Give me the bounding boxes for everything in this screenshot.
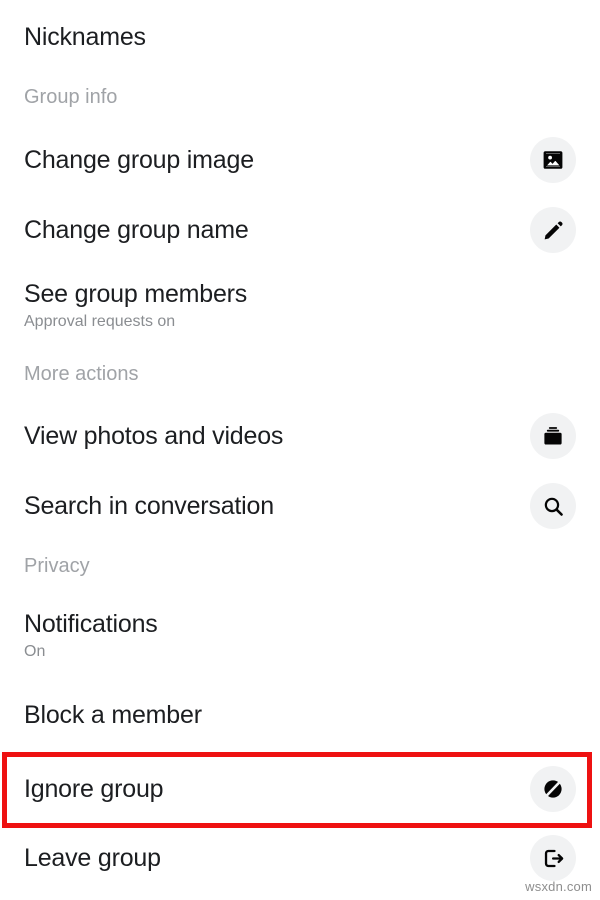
image-icon[interactable] bbox=[530, 137, 576, 183]
row-text: Search in conversation bbox=[24, 491, 274, 521]
watermark: wsxdn.com bbox=[525, 879, 592, 894]
menu-item-sublabel: Approval requests on bbox=[24, 312, 176, 330]
menu-item-label: Change group name bbox=[24, 216, 249, 244]
row-text: Change group image bbox=[24, 145, 254, 175]
menu-item-view-photos-and-videos[interactable]: View photos and videos bbox=[0, 410, 600, 462]
search-icon[interactable] bbox=[530, 483, 576, 529]
row-text: View photos and videos bbox=[24, 421, 283, 451]
media-stack-icon[interactable] bbox=[530, 413, 576, 459]
row-text: Change group name bbox=[24, 215, 249, 245]
ignore-slash-icon[interactable] bbox=[530, 766, 576, 812]
menu-item-label: See group members bbox=[24, 279, 248, 308]
menu-item-leave-group[interactable]: Leave group bbox=[0, 832, 600, 884]
menu-item-ignore-group[interactable]: Ignore group bbox=[0, 762, 600, 816]
menu-item-label: Nicknames bbox=[24, 23, 146, 51]
menu-item-label: Leave group bbox=[24, 844, 161, 872]
row-text: Block a member bbox=[24, 700, 202, 730]
menu-item-change-group-image[interactable]: Change group image bbox=[0, 134, 600, 186]
row-text: Notifications On bbox=[24, 609, 158, 662]
section-header-group-info: Group info bbox=[24, 86, 118, 108]
pencil-icon[interactable] bbox=[530, 207, 576, 253]
menu-item-label: View photos and videos bbox=[24, 422, 284, 450]
menu-item-notifications[interactable]: Notifications On bbox=[0, 604, 600, 666]
row-text: Leave group bbox=[24, 843, 161, 873]
row-text: Ignore group bbox=[24, 774, 164, 804]
row-text: See group members Approval requests on bbox=[24, 279, 247, 332]
menu-item-label: Search in conversation bbox=[24, 492, 274, 520]
menu-item-label: Notifications bbox=[24, 609, 158, 638]
menu-item-see-group-members[interactable]: See group members Approval requests on bbox=[0, 274, 600, 336]
group-settings-screen: Nicknames Group info Change group image … bbox=[0, 0, 600, 900]
section-header-more-actions: More actions bbox=[24, 363, 139, 385]
menu-item-nicknames[interactable]: Nicknames bbox=[0, 12, 600, 62]
row-text: Nicknames bbox=[24, 22, 146, 52]
menu-item-label: Change group image bbox=[24, 146, 254, 174]
section-header-privacy: Privacy bbox=[24, 555, 90, 577]
menu-item-sublabel: On bbox=[24, 642, 46, 660]
exit-icon[interactable] bbox=[530, 835, 576, 881]
menu-item-block-a-member[interactable]: Block a member bbox=[0, 690, 600, 740]
menu-item-change-group-name[interactable]: Change group name bbox=[0, 204, 600, 256]
menu-item-search-in-conversation[interactable]: Search in conversation bbox=[0, 480, 600, 532]
menu-item-label: Block a member bbox=[24, 701, 202, 729]
menu-item-label: Ignore group bbox=[24, 775, 164, 803]
